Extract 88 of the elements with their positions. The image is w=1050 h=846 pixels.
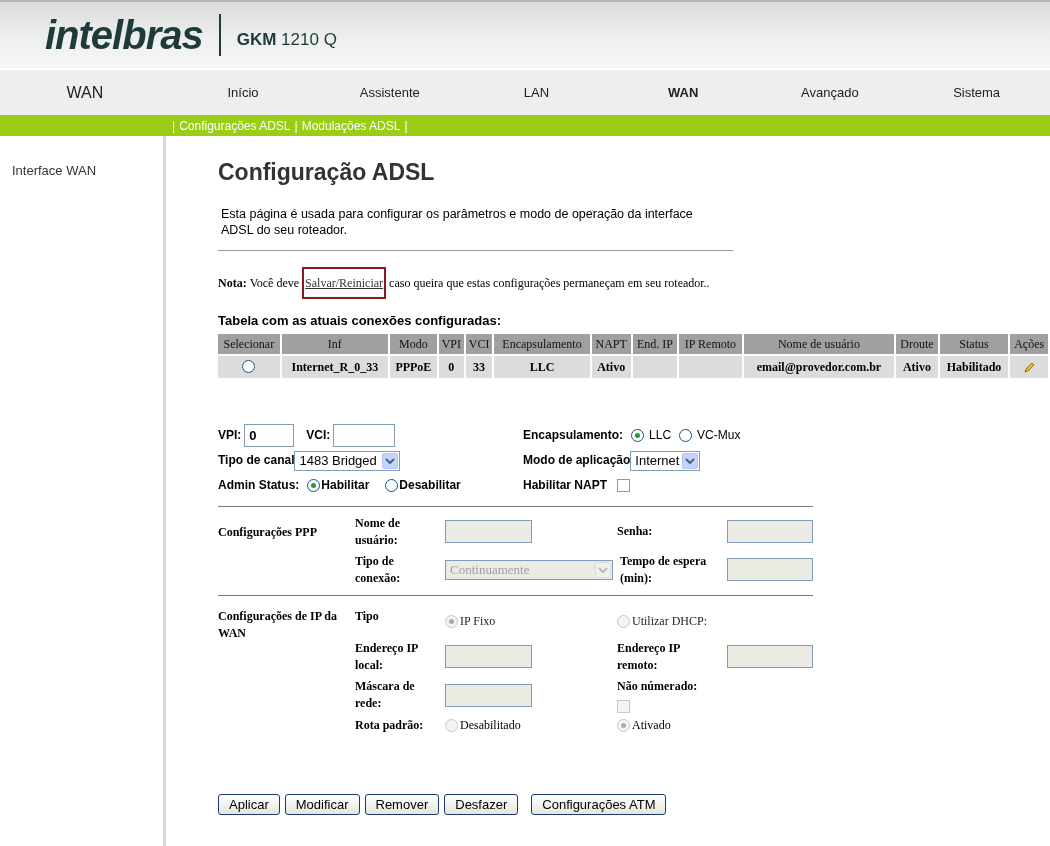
column-header: Droute: [896, 333, 938, 354]
nav-tab[interactable]: Sistema: [903, 82, 1050, 103]
radio-button[interactable]: [307, 479, 321, 492]
option-label: Desabilitar: [399, 477, 461, 494]
field-label: Senha:: [617, 523, 654, 540]
table-cell: Habilitado: [939, 355, 1009, 378]
option-label: Desabilitado: [460, 716, 521, 734]
description: Esta página é usada para configurar os parâmetros e modo de operação da interface ADSL do seu roteador.: [221, 206, 694, 238]
field-label: Rota padrão:: [355, 716, 425, 734]
field-label: Encapsulamento:: [523, 426, 624, 444]
field-label: Tempo de espera (min):: [619, 552, 708, 587]
page-title: Configuração ADSL: [218, 158, 436, 186]
caret-icon: [595, 561, 611, 578]
brand-logo: intelbras: [45, 15, 203, 55]
field-label: Tipo de canal: [218, 452, 295, 469]
table-cell: Ativo: [896, 355, 938, 378]
caret-icon: [682, 452, 699, 469]
pencil-icon[interactable]: [1022, 361, 1036, 375]
save-restart-link[interactable]: Salvar/Reiniciar: [302, 267, 387, 299]
table-cell: 33: [465, 355, 493, 378]
option-label: VC-Mux: [697, 426, 741, 444]
column-header: IP Remoto: [679, 333, 742, 354]
nav-tab[interactable]: Avançado: [756, 82, 904, 103]
field-label: Endereço IP remoto:: [617, 639, 681, 674]
field-label: VPI:: [218, 426, 242, 444]
caret-icon: [382, 452, 399, 469]
nav-tab[interactable]: WAN: [609, 82, 757, 103]
field-label: Admin Status:: [218, 477, 300, 494]
option-label: Ativado: [632, 716, 671, 734]
column-header: Selecionar: [218, 333, 280, 354]
action-button[interactable]: Desfazer: [444, 793, 519, 815]
option-label: IP Fixo: [460, 613, 496, 630]
column-header: Encapsulamento: [494, 333, 590, 354]
table-cell: [632, 355, 678, 378]
field-label: Tipo de conexão:: [355, 552, 402, 587]
checkbox[interactable]: [617, 479, 630, 492]
table-cell: [679, 355, 742, 378]
table-title: Tabela com as atuais conexões configuradas:: [218, 312, 502, 330]
model-name: GKM 1210 Q: [236, 29, 337, 52]
separator: |: [172, 117, 176, 135]
table-cell: Ativo: [591, 355, 631, 378]
dropdown[interactable]: Internet: [630, 450, 701, 471]
separator: |: [404, 117, 408, 135]
field-label: Não númerado:: [617, 677, 699, 695]
sidebar-item[interactable]: Interface WAN: [12, 161, 163, 181]
dropdown[interactable]: 1483 Bridged: [294, 450, 401, 471]
column-header: Nome de usuário: [743, 333, 895, 354]
action-button[interactable]: Remover: [364, 793, 440, 815]
radio-button[interactable]: [631, 428, 645, 442]
column-header: VPI: [438, 333, 464, 354]
separator: |: [294, 117, 298, 135]
radio-button[interactable]: [679, 428, 693, 442]
radio-button[interactable]: [385, 479, 399, 492]
section-title: Configurações PPP: [218, 523, 318, 541]
action-button[interactable]: Modificar: [284, 793, 360, 815]
table-cell: email@provedor.com.br: [743, 355, 895, 378]
input-field[interactable]: 0: [244, 423, 295, 447]
field-label: Endereço IP local:: [355, 639, 419, 674]
field-label: Habilitar NAPT: [523, 477, 607, 494]
field-label: Máscara de rede:: [355, 678, 416, 712]
field-label: Tipo: [355, 607, 380, 625]
column-header: Status: [939, 333, 1009, 354]
option-label: LLC: [649, 426, 672, 444]
table-cell: 0: [438, 355, 464, 378]
column-header: Ações: [1010, 333, 1048, 354]
nav-tab[interactable]: Assistente: [316, 82, 464, 103]
radio-button[interactable]: [242, 359, 256, 373]
action-button[interactable]: Aplicar: [218, 793, 280, 815]
section-title: Configurações de IP da WAN: [218, 607, 338, 642]
input-field[interactable]: [333, 423, 396, 447]
nav-tab[interactable]: Início: [169, 82, 317, 103]
option-label: Utilizar DHCP:: [632, 613, 707, 630]
section-title: WAN: [65, 82, 105, 103]
field-label: Nome de usuário:: [355, 514, 401, 549]
option-label: Habilitar: [321, 477, 370, 494]
nav-tab[interactable]: LAN: [463, 82, 610, 103]
table-cell: LLC: [494, 355, 590, 378]
column-header: Inf: [281, 333, 388, 354]
column-header: End. IP: [632, 333, 678, 354]
action-button[interactable]: Configurações ATM: [531, 793, 667, 815]
column-header: NAPT: [591, 333, 631, 354]
note-text: Nota: Você deve Salvar/Reiniciar caso queira que estas configurações permaneçam em seu roteador..: [218, 267, 1050, 299]
column-header: VCI: [465, 333, 493, 354]
field-label: VCI:: [306, 426, 331, 444]
table-cell: PPPoE: [389, 355, 437, 378]
column-header: Modo: [389, 333, 437, 354]
table-cell: Internet_R_0_33: [281, 355, 388, 378]
field-label: Modo de aplicação: [523, 452, 631, 469]
